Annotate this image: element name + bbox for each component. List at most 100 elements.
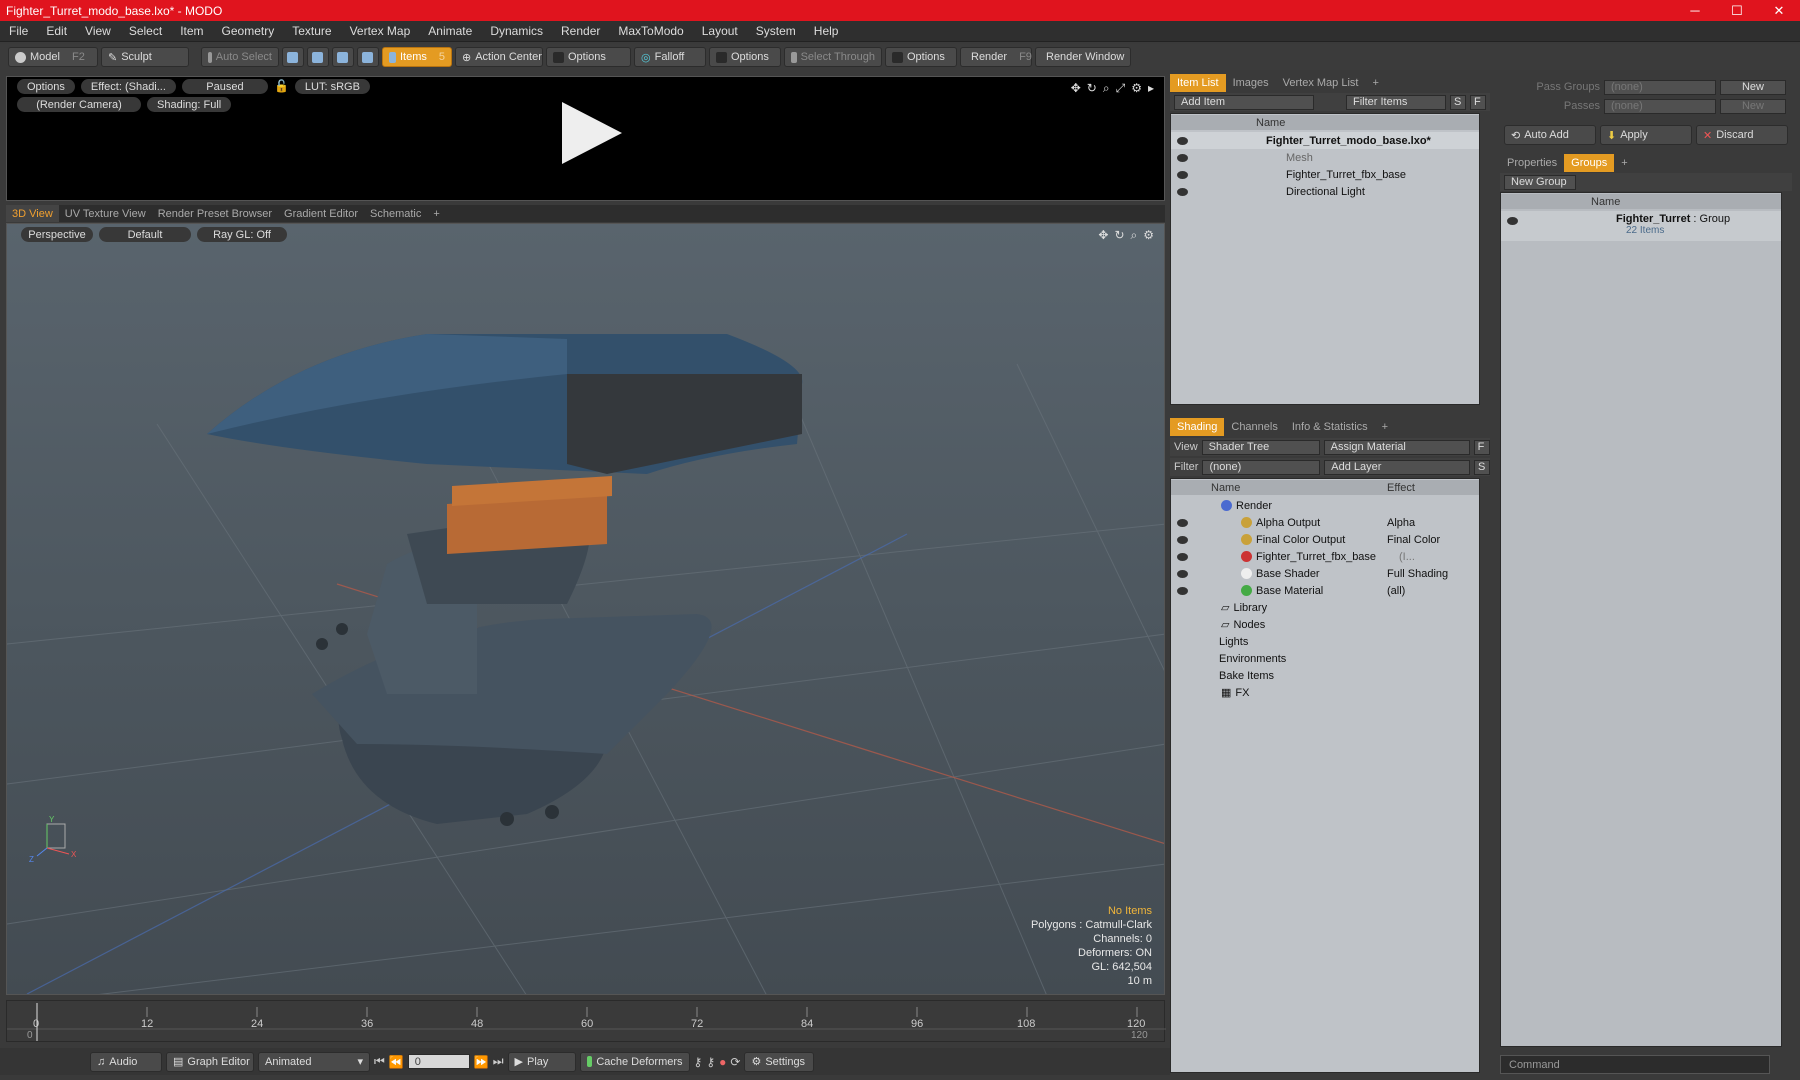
- preview-camera-dropdown[interactable]: (Render Camera): [17, 97, 141, 112]
- preview-shading-dropdown[interactable]: Shading: Full: [147, 97, 232, 112]
- list-item[interactable]: Fighter_Turret_fbx_base: [1171, 166, 1479, 183]
- first-frame-icon[interactable]: ⏮: [374, 1054, 385, 1069]
- vertices-mode-button[interactable]: [282, 47, 304, 67]
- maximize-view-icon[interactable]: ⤢: [1116, 81, 1126, 96]
- add-layer-dropdown[interactable]: Add Layer: [1324, 459, 1471, 475]
- tab-channels[interactable]: Channels: [1224, 421, 1284, 433]
- zoom-view-icon[interactable]: ⌕: [1103, 81, 1110, 96]
- select-through-button[interactable]: Select Through: [784, 47, 882, 67]
- visibility-eye-icon[interactable]: [1177, 136, 1188, 145]
- close-button[interactable]: ✕: [1758, 0, 1800, 21]
- command-input[interactable]: Command: [1500, 1055, 1770, 1074]
- menu-vertex-map[interactable]: Vertex Map: [341, 24, 420, 38]
- menu-view[interactable]: View: [76, 24, 120, 38]
- shader-row[interactable]: Environments: [1171, 650, 1479, 667]
- menu-animate[interactable]: Animate: [419, 24, 481, 38]
- rotate-view-icon[interactable]: ↻: [1087, 81, 1097, 96]
- last-frame-icon[interactable]: ⏭: [493, 1054, 504, 1069]
- materials-mode-button[interactable]: [357, 47, 379, 67]
- view-dropdown[interactable]: Shader Tree: [1201, 439, 1320, 455]
- expand-arrow-icon[interactable]: ▸: [1148, 81, 1154, 96]
- move-view-icon[interactable]: ✥: [1071, 81, 1081, 96]
- select-through-options-button[interactable]: Options: [885, 47, 957, 67]
- tab-properties[interactable]: Properties: [1500, 157, 1564, 169]
- visibility-eye-icon[interactable]: [1177, 170, 1188, 179]
- menu-layout[interactable]: Layout: [693, 24, 747, 38]
- animated-dropdown[interactable]: Animated ▾: [258, 1051, 370, 1072]
- play-preview-icon[interactable]: [562, 102, 622, 164]
- add-tab-button[interactable]: +: [1614, 157, 1634, 169]
- key-icon[interactable]: ⚷: [694, 1055, 703, 1069]
- shader-row[interactable]: Alpha Output Alpha: [1171, 514, 1479, 531]
- preview-options-button[interactable]: Options: [17, 79, 75, 94]
- list-item[interactable]: Directional Light: [1171, 183, 1479, 200]
- falloff-options-button[interactable]: Options: [709, 47, 781, 67]
- action-center-button[interactable]: ⊕ Action Center: [455, 47, 543, 67]
- new-pass-group-button[interactable]: New: [1720, 79, 1786, 95]
- render-button[interactable]: Render F9: [960, 47, 1032, 67]
- prev-key-icon[interactable]: ⏪: [389, 1055, 404, 1069]
- preview-lut-dropdown[interactable]: LUT: sRGB: [294, 79, 370, 94]
- add-tab-button[interactable]: +: [427, 208, 445, 220]
- turret-model[interactable]: [207, 334, 803, 826]
- effect-dropdown[interactable]: (all): [1387, 585, 1405, 597]
- visibility-eye-icon[interactable]: [1177, 586, 1188, 595]
- shader-row[interactable]: Bake Items: [1171, 667, 1479, 684]
- menu-dynamics[interactable]: Dynamics: [481, 24, 552, 38]
- items-mode-button[interactable]: Items 5: [382, 47, 452, 67]
- assign-material-dropdown[interactable]: Assign Material: [1323, 439, 1470, 455]
- gear-icon[interactable]: ⚙: [1131, 81, 1142, 96]
- auto-select-button[interactable]: Auto Select: [201, 47, 279, 67]
- visibility-eye-icon[interactable]: [1507, 217, 1518, 225]
- visibility-eye-icon[interactable]: [1177, 187, 1188, 196]
- action-center-options-button[interactable]: Options: [546, 47, 631, 67]
- menu-help[interactable]: Help: [805, 24, 848, 38]
- effect-dropdown[interactable]: Full Shading: [1387, 568, 1448, 580]
- menu-system[interactable]: System: [747, 24, 805, 38]
- default-style-dropdown[interactable]: Default: [99, 227, 191, 242]
- filter-items-input[interactable]: Filter Items: [1346, 94, 1446, 110]
- gear-icon[interactable]: ⚙: [1143, 228, 1154, 243]
- add-tab-button[interactable]: +: [1375, 421, 1395, 433]
- settings-button[interactable]: ⚙ Settings: [744, 1051, 815, 1072]
- s-toggle[interactable]: S: [1474, 459, 1490, 475]
- auto-add-button[interactable]: ⟲ Auto Add: [1504, 125, 1596, 145]
- shader-row[interactable]: Final Color Output Final Color: [1171, 531, 1479, 548]
- list-item[interactable]: Mesh: [1171, 149, 1479, 166]
- visibility-eye-icon[interactable]: [1177, 552, 1188, 561]
- timeline[interactable]: 0 12 24 36 48 60 72 84 96 108 120 0 120: [6, 1000, 1166, 1042]
- shader-row[interactable]: ▦ FX: [1171, 684, 1479, 701]
- menu-geometry[interactable]: Geometry: [213, 24, 284, 38]
- rotate-view-icon[interactable]: ↻: [1114, 228, 1124, 243]
- pass-groups-dropdown[interactable]: (none): [1604, 79, 1716, 95]
- f-toggle[interactable]: F: [1470, 94, 1486, 110]
- key-all-icon[interactable]: ⚷: [706, 1055, 715, 1069]
- shader-row[interactable]: Fighter_Turret_fbx_base (I...: [1171, 548, 1479, 565]
- tab-3d-view[interactable]: 3D View: [6, 205, 59, 222]
- maximize-button[interactable]: ☐: [1716, 0, 1758, 21]
- perspective-dropdown[interactable]: Perspective: [21, 227, 93, 242]
- shader-row[interactable]: Render: [1171, 497, 1479, 514]
- cache-deformers-button[interactable]: Cache Deformers: [579, 1051, 690, 1072]
- preview-paused-toggle[interactable]: Paused: [181, 79, 268, 94]
- f-toggle[interactable]: F: [1473, 439, 1490, 455]
- minimize-button[interactable]: ─: [1674, 0, 1716, 21]
- tab-groups[interactable]: Groups: [1564, 154, 1615, 172]
- shader-row[interactable]: Lights: [1171, 633, 1479, 650]
- menu-render[interactable]: Render: [552, 24, 609, 38]
- apply-button[interactable]: ⬇ Apply: [1600, 125, 1692, 145]
- loop-icon[interactable]: ⟳: [730, 1055, 740, 1069]
- tab-shading[interactable]: Shading: [1170, 418, 1225, 436]
- zoom-view-icon[interactable]: ⌕: [1131, 228, 1138, 243]
- filter-dropdown[interactable]: (none): [1202, 459, 1321, 475]
- list-item[interactable]: Fighter_Turret_modo_base.lxo*: [1171, 132, 1479, 149]
- sculpt-mode-button[interactable]: ✎ Sculpt: [101, 47, 189, 67]
- tab-vertex-map-list[interactable]: Vertex Map List: [1276, 77, 1366, 89]
- visibility-eye-icon[interactable]: [1177, 518, 1188, 527]
- tab-item-list[interactable]: Item List: [1170, 74, 1226, 92]
- new-pass-button[interactable]: New: [1720, 98, 1786, 114]
- tab-schematic[interactable]: Schematic: [364, 208, 427, 220]
- model-mode-button[interactable]: Model F2: [8, 47, 98, 67]
- audio-button[interactable]: ♫ Audio: [90, 1051, 162, 1072]
- next-key-icon[interactable]: ⏩: [474, 1055, 489, 1069]
